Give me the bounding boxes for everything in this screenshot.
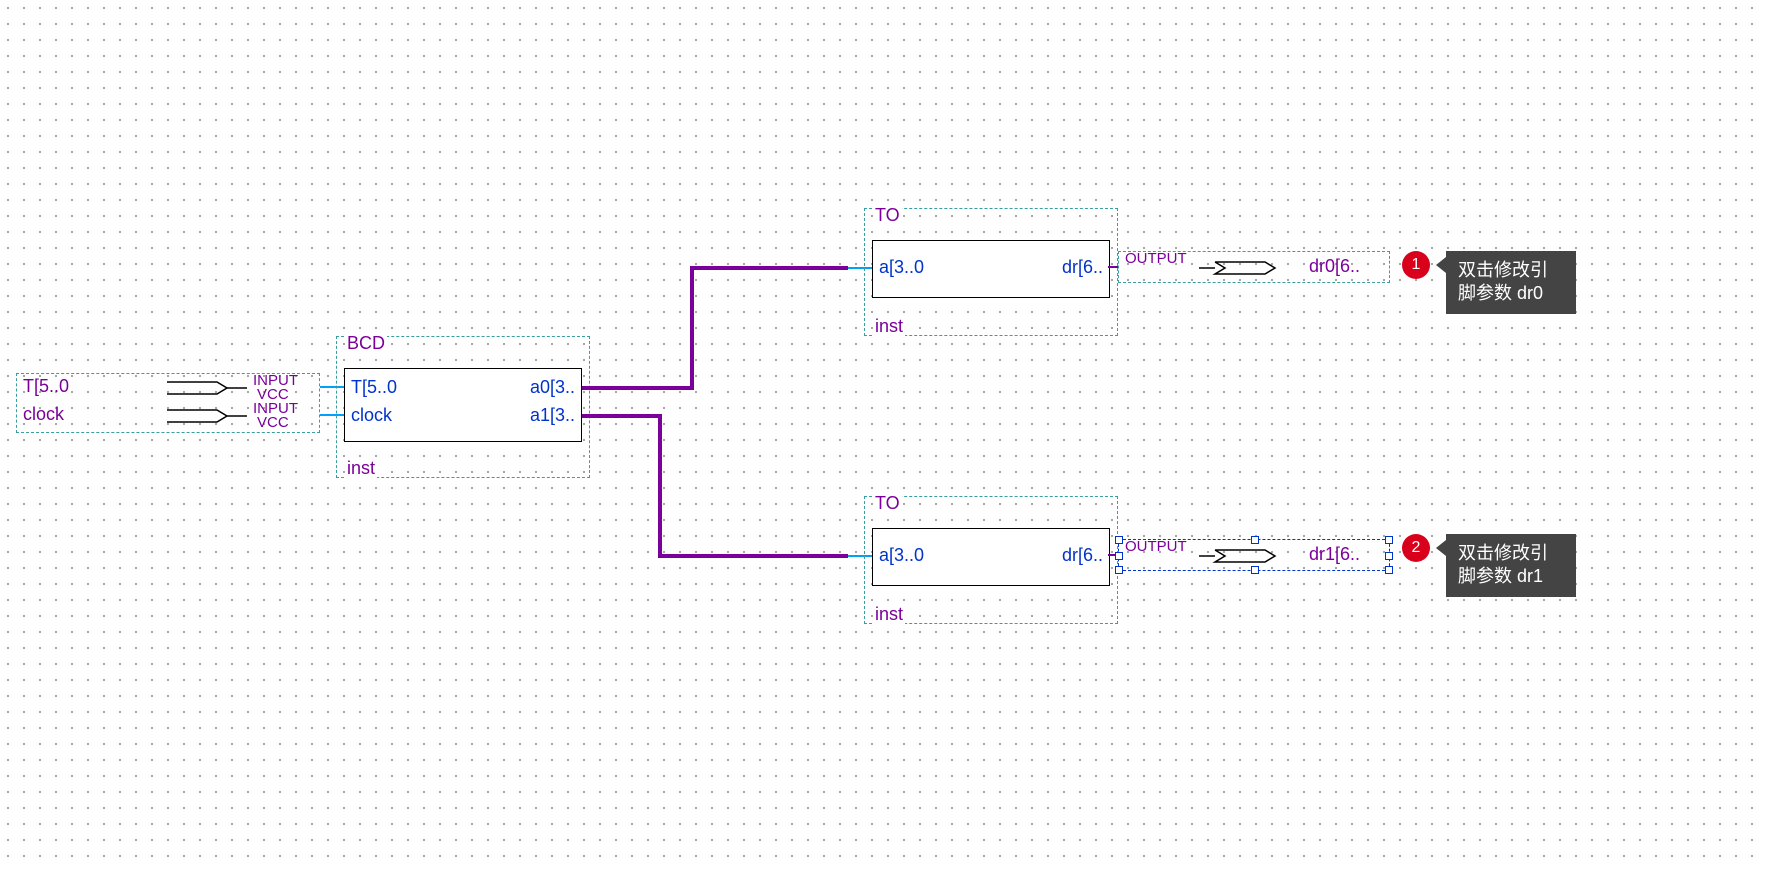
output-pin-dr1-shape — [1199, 546, 1289, 566]
output-pin-dr1[interactable]: OUTPUT dr1[6.. — [1118, 539, 1390, 571]
annotation-1-badge: 1 — [1402, 251, 1430, 279]
annotation-2-badge: 2 — [1402, 534, 1430, 562]
annotation-2: 2 双击修改引脚参数 dr1 — [1402, 534, 1576, 597]
input-pin-group[interactable]: T[5..0 INPUT VCC clock INPUT VCC — [16, 373, 320, 433]
block-bcd-inner[interactable]: T[5..0 clock a0[3.. a1[3.. — [344, 368, 582, 442]
selection-handle[interactable] — [1251, 566, 1259, 574]
block-to-top-title: TO — [873, 205, 902, 226]
input-pin-2-sub: VCC — [257, 414, 289, 431]
to-top-port-dr: dr[6.. — [1062, 257, 1103, 278]
selection-handle[interactable] — [1385, 566, 1393, 574]
annotation-1: 1 双击修改引脚参数 dr0 — [1402, 251, 1576, 314]
input-pin-2-label: clock — [23, 404, 64, 425]
selection-handle[interactable] — [1251, 536, 1259, 544]
input-pin-1-shape — [167, 378, 247, 398]
block-to-bottom-instance: inst — [873, 604, 905, 625]
output-pin-dr0[interactable]: OUTPUT dr0[6.. — [1118, 251, 1390, 283]
input-pin-1-label: T[5..0 — [23, 376, 69, 397]
selection-handle[interactable] — [1385, 536, 1393, 544]
block-to-bottom-inner[interactable]: a[3..0 dr[6.. — [872, 528, 1110, 586]
selection-handle[interactable] — [1115, 536, 1123, 544]
annotation-1-text: 双击修改引脚参数 dr0 — [1446, 251, 1576, 314]
block-to-top-instance: inst — [873, 316, 905, 337]
block-to-top-inner[interactable]: a[3..0 dr[6.. — [872, 240, 1110, 298]
to-bottom-port-dr: dr[6.. — [1062, 545, 1103, 566]
bus-a0-h1 — [582, 386, 694, 390]
selection-handle[interactable] — [1115, 552, 1123, 560]
wire-to1-out — [1108, 266, 1118, 268]
to-top-port-a: a[3..0 — [879, 257, 924, 278]
block-bcd-title: BCD — [345, 333, 387, 354]
block-to-bottom-title: TO — [873, 493, 902, 514]
block-bcd-instance: inst — [345, 458, 377, 479]
bus-a0-v — [690, 266, 694, 390]
output-pin-dr0-label: dr0[6.. — [1309, 256, 1360, 277]
annotation-arrow-icon — [1436, 540, 1446, 556]
to-bottom-port-a: a[3..0 — [879, 545, 924, 566]
output-pin-dr0-type: OUTPUT — [1125, 250, 1187, 267]
input-pin-2-shape — [167, 406, 247, 426]
bus-a1-v — [658, 414, 662, 558]
bus-a1-h2 — [658, 554, 848, 558]
annotation-arrow-icon — [1436, 257, 1446, 273]
bcd-port-a1: a1[3.. — [530, 405, 575, 426]
bcd-port-clock: clock — [351, 405, 392, 426]
bcd-port-a0: a0[3.. — [530, 377, 575, 398]
selection-handle[interactable] — [1385, 552, 1393, 560]
output-pin-dr0-shape — [1199, 258, 1289, 278]
output-pin-dr1-type: OUTPUT — [1125, 538, 1187, 555]
annotation-2-text: 双击修改引脚参数 dr1 — [1446, 534, 1576, 597]
bus-a1-h1 — [582, 414, 662, 418]
bus-a0-h2 — [690, 266, 848, 270]
selection-handle[interactable] — [1115, 566, 1123, 574]
output-pin-dr1-label: dr1[6.. — [1309, 544, 1360, 565]
bcd-port-T: T[5..0 — [351, 377, 397, 398]
schematic-canvas[interactable]: T[5..0 INPUT VCC clock INPUT VCC BCD ins… — [0, 0, 1767, 871]
